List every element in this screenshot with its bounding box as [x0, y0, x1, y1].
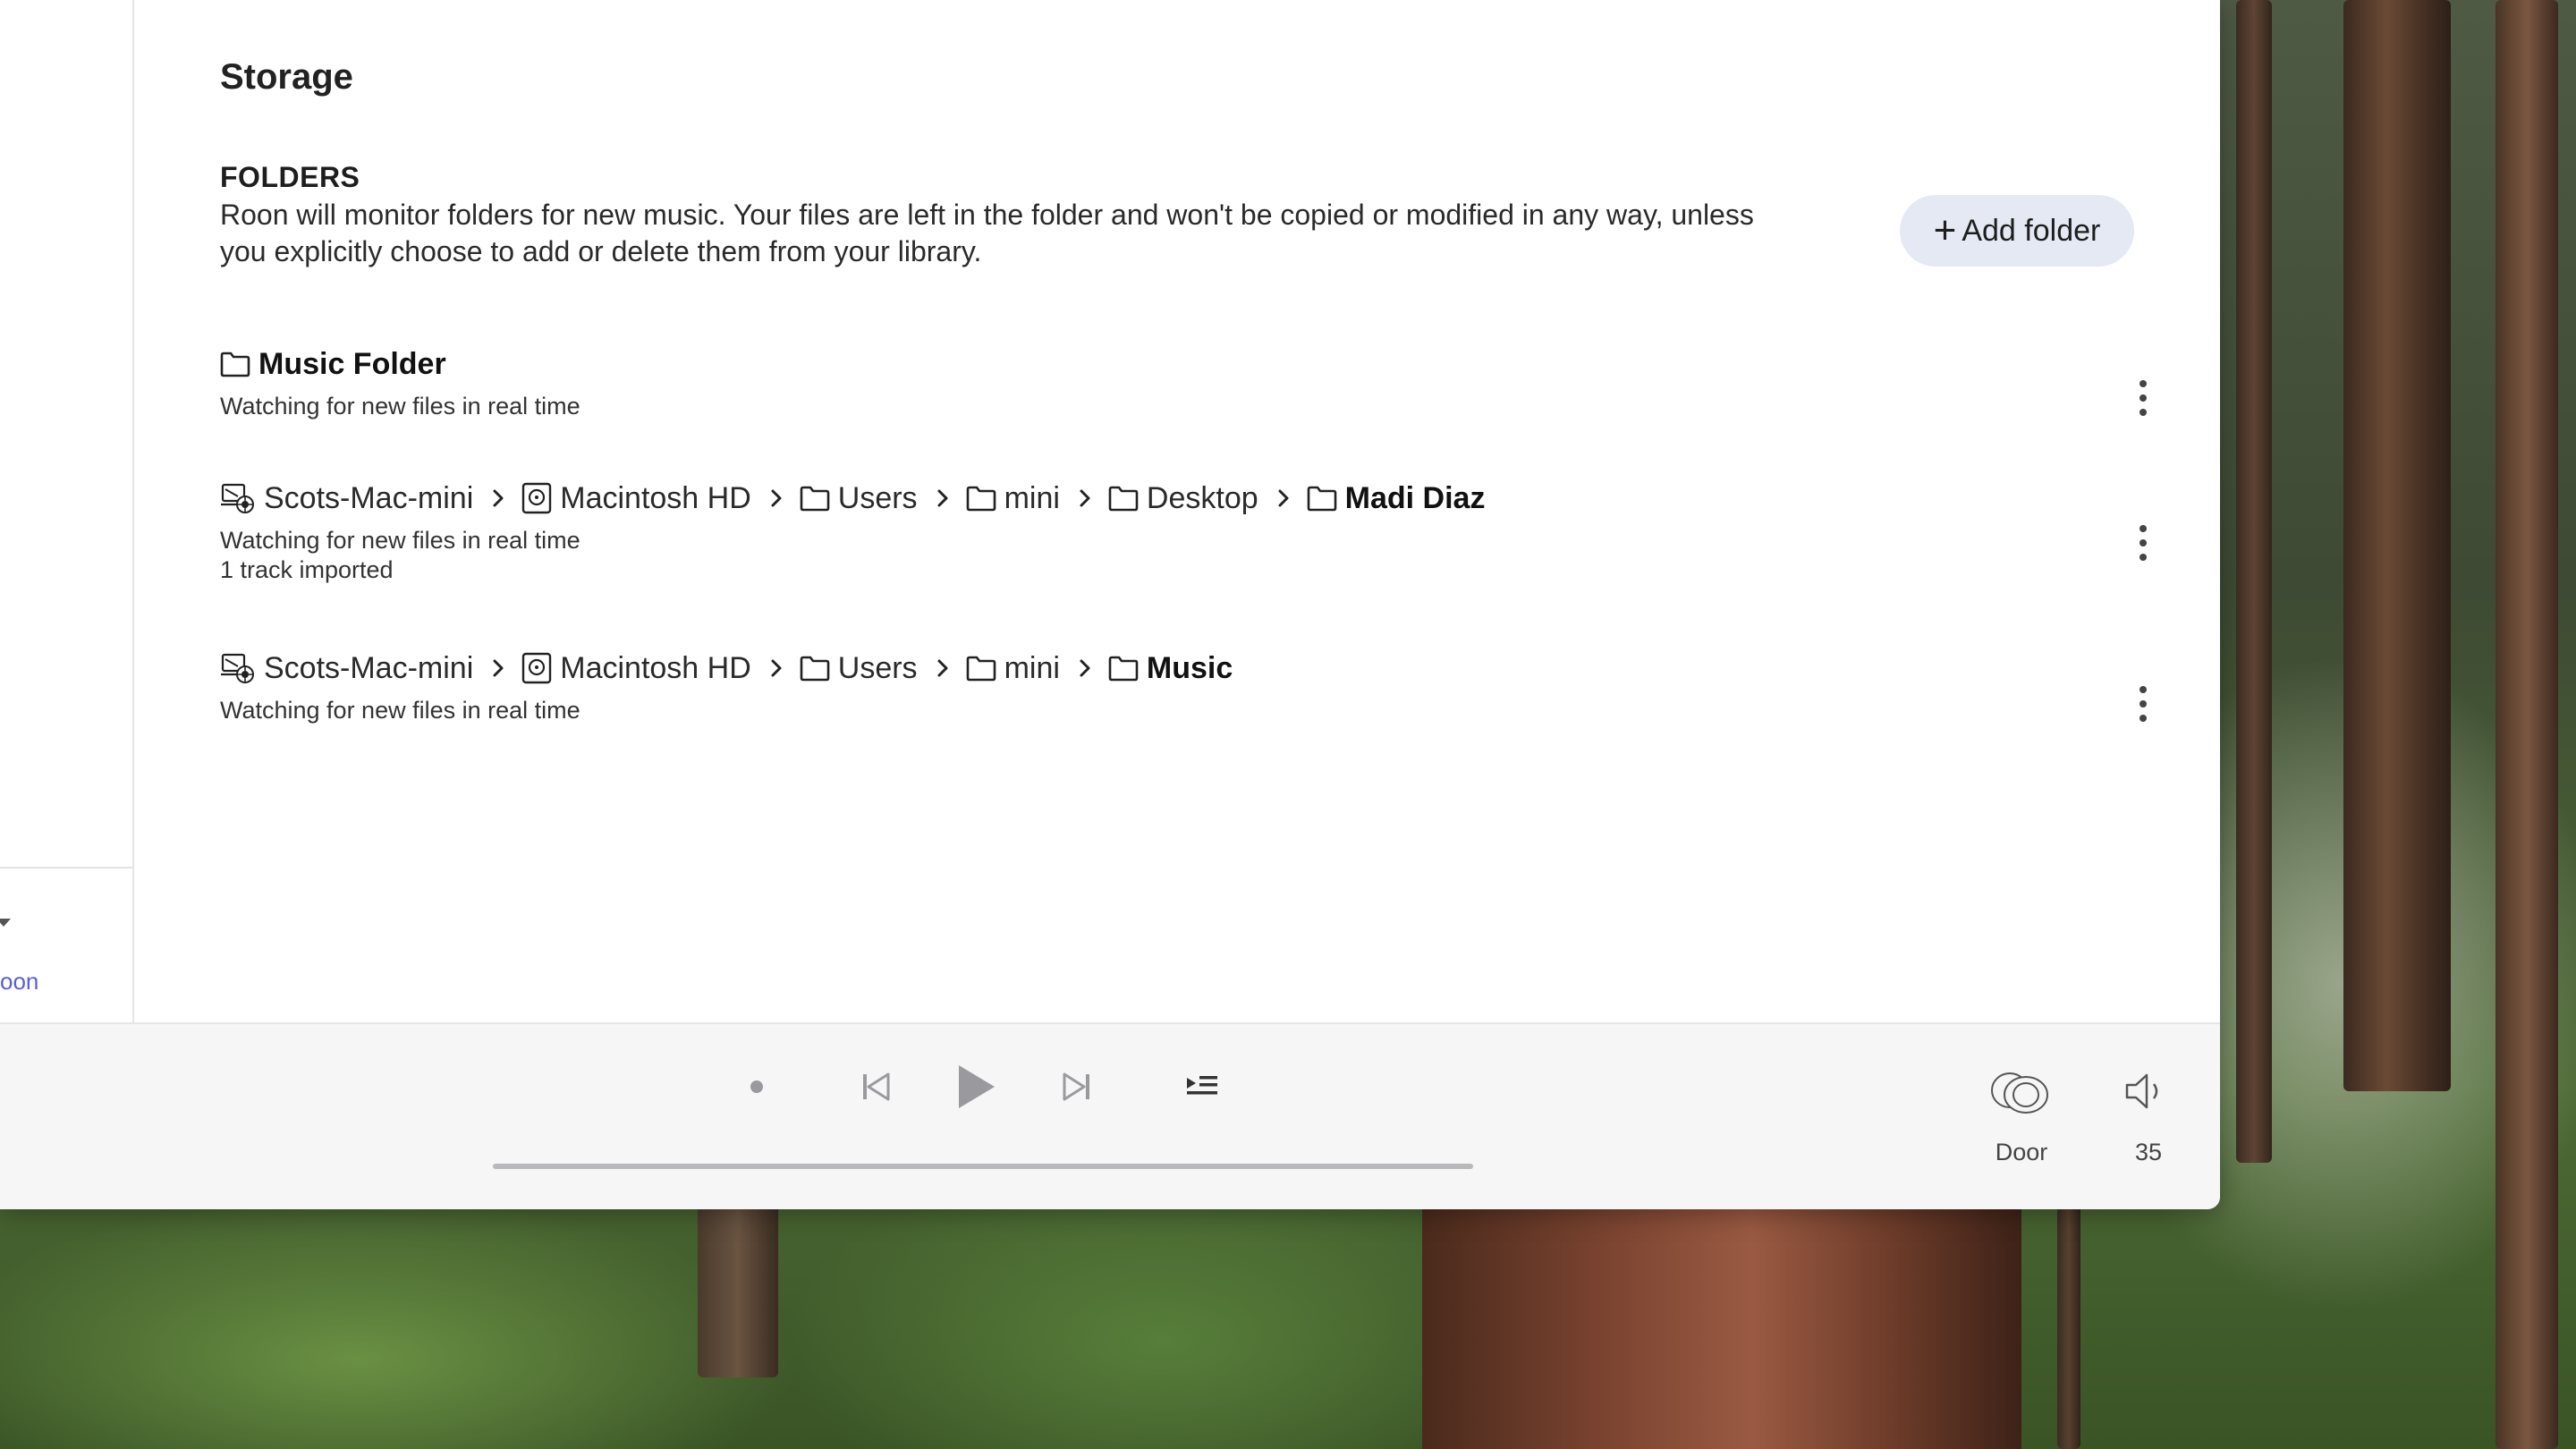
chevron-right-icon: [1078, 658, 1092, 678]
folder-icon: [800, 655, 838, 682]
path-segment-label: Macintosh HD: [560, 480, 751, 515]
folder-path: Music Folder: [220, 342, 2161, 386]
folder-status: Watching for new files in real time: [220, 527, 580, 554]
path-segment[interactable]: mini: [966, 481, 1060, 516]
path-segment-label: mini: [1004, 650, 1060, 685]
path-segment[interactable]: Scots-Mac-mini: [220, 481, 473, 516]
folder-entry: Scots-Mac-mini Macintosh HD Users mini Deskt…: [220, 476, 2161, 585]
folder-icon: [1108, 655, 1147, 682]
hard-drive-icon: [521, 482, 560, 514]
volume-icon[interactable]: [2120, 1069, 2170, 1114]
path-segment-label: Desktop: [1146, 480, 1258, 515]
folder-status: Watching for new files in real time: [220, 697, 580, 724]
more-options-button[interactable]: [2125, 371, 2161, 425]
path-segment-label: Users: [837, 650, 918, 685]
chevron-right-icon: [769, 658, 784, 678]
computer-icon: [220, 482, 264, 514]
folder-icon: [800, 485, 838, 512]
path-segment-label: Madi Diaz: [1344, 480, 1486, 515]
radio-dot-icon[interactable]: [742, 1072, 771, 1101]
volume-level[interactable]: 35: [2107, 1139, 2190, 1166]
hard-drive-icon: [521, 652, 560, 684]
queue-icon[interactable]: [1182, 1069, 1222, 1105]
path-segment[interactable]: mini: [966, 651, 1060, 686]
section-heading: FOLDERS: [220, 161, 360, 193]
folder-icon: [966, 485, 1004, 512]
folder-icon: [1108, 485, 1147, 512]
section-description: Roon will monitor folders for new music.…: [220, 199, 1754, 267]
chevron-right-icon: [491, 488, 505, 508]
path-segment[interactable]: Music: [1108, 651, 1233, 686]
path-segment-label: Music: [1146, 650, 1233, 685]
sidebar: oon: [0, 0, 134, 1022]
chevron-right-icon: [1276, 488, 1291, 508]
path-segment[interactable]: Madi Diaz: [1307, 480, 1486, 516]
add-folder-button[interactable]: + Add folder: [1900, 195, 2134, 267]
path-segment-label: Scots-Mac-mini: [264, 480, 474, 515]
folder-status: 1 track imported: [220, 556, 394, 583]
page-title: Storage: [220, 57, 353, 97]
path-segment-label: mini: [1004, 480, 1060, 515]
path-segment[interactable]: Users: [800, 481, 918, 516]
folder-entry: Scots-Mac-mini Macintosh HD Users mini Music…: [220, 646, 2161, 725]
chevron-right-icon: [769, 488, 784, 508]
folder-path: Scots-Mac-mini Macintosh HD Users mini Music: [220, 646, 2161, 691]
tree-trunk: [2236, 0, 2272, 1163]
chevron-right-icon: [936, 658, 950, 678]
tree-trunk: [1422, 1199, 2021, 1449]
chevron-down-icon[interactable]: [0, 919, 11, 927]
path-segment-label: Scots-Mac-mini: [264, 650, 474, 685]
path-segment-label: Music Folder: [258, 346, 446, 381]
folder-icon: [1307, 485, 1345, 512]
progress-bar[interactable]: [493, 1164, 1473, 1169]
previous-track-button[interactable]: [857, 1065, 894, 1108]
plus-icon: +: [1933, 208, 1957, 252]
more-options-button[interactable]: [2125, 516, 2161, 570]
path-segment[interactable]: Macintosh HD: [521, 651, 751, 686]
path-segment[interactable]: Desktop: [1108, 481, 1258, 516]
folder-icon: [220, 351, 258, 377]
path-segment[interactable]: Music Folder: [220, 347, 446, 382]
folder-status: Watching for new files in real time: [220, 393, 580, 419]
add-folder-label: Add folder: [1962, 213, 2101, 248]
sidebar-link[interactable]: oon: [0, 968, 38, 996]
path-segment-label: Users: [837, 480, 918, 515]
path-segment[interactable]: Macintosh HD: [521, 481, 751, 516]
folder-icon: [966, 655, 1004, 682]
chevron-right-icon: [936, 488, 950, 508]
next-track-button[interactable]: [1058, 1065, 1096, 1108]
chevron-right-icon: [1078, 488, 1092, 508]
player-bar: Door 35: [0, 1022, 2220, 1209]
path-segment[interactable]: Users: [800, 651, 918, 686]
more-options-button[interactable]: [2125, 677, 2161, 731]
tree-trunk: [698, 1199, 778, 1377]
roon-window: oon Storage FOLDERS Roon will monitor fo…: [0, 0, 2220, 1209]
zone-name[interactable]: Door: [1968, 1139, 2075, 1166]
zone-icon[interactable]: [1987, 1067, 2052, 1117]
path-segment-label: Macintosh HD: [560, 650, 751, 685]
folder-entry: Music Folder Watching for new files in re…: [220, 342, 2161, 421]
play-button[interactable]: [952, 1058, 1000, 1115]
path-segment[interactable]: Scots-Mac-mini: [220, 651, 473, 686]
tree-trunk: [2496, 0, 2558, 1449]
chevron-right-icon: [491, 658, 505, 678]
tree-trunk: [2343, 0, 2451, 1091]
sidebar-divider: [0, 867, 132, 869]
computer-icon: [220, 652, 264, 684]
folder-path: Scots-Mac-mini Macintosh HD Users mini Deskt…: [220, 476, 2161, 521]
